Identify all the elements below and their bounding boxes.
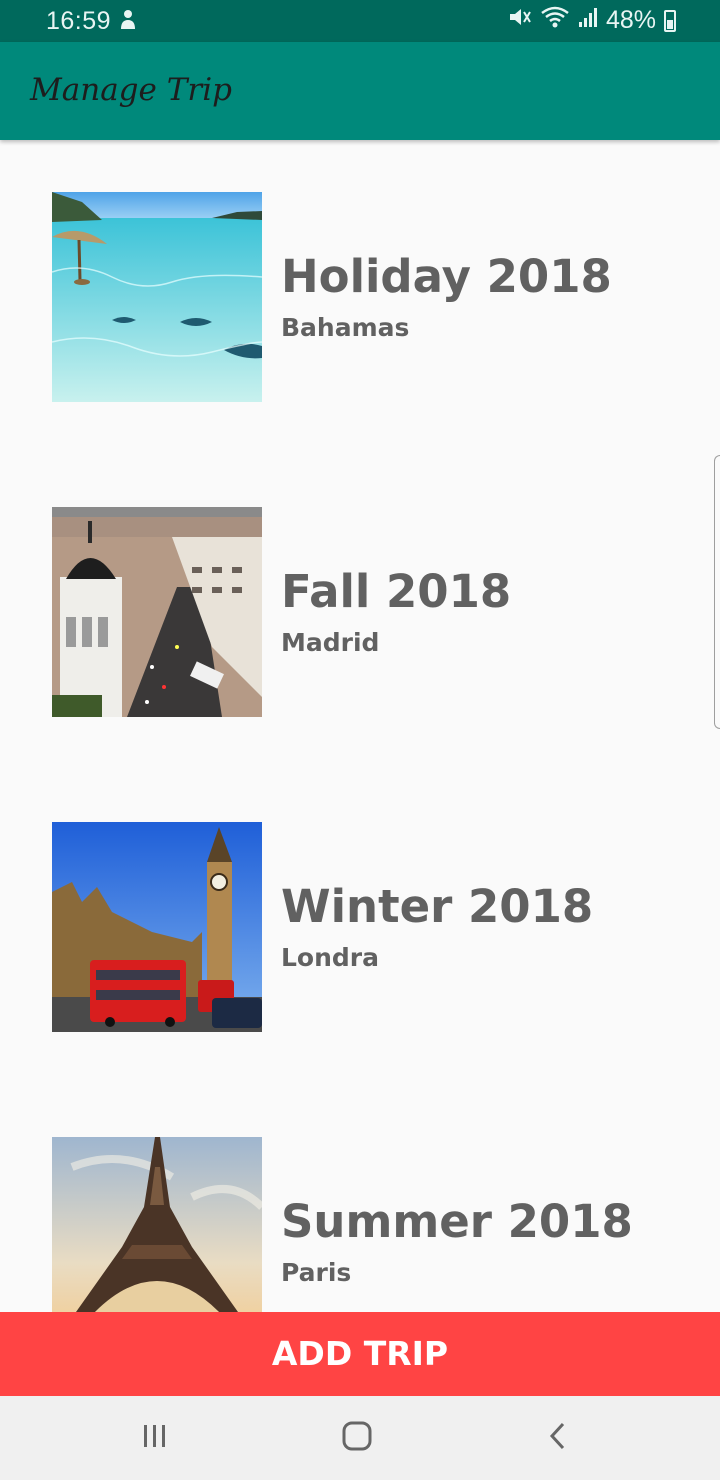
status-icons: 48% <box>508 6 676 35</box>
trip-place: Bahamas <box>281 313 410 342</box>
notification-icon <box>118 9 138 38</box>
trip-image-big-ben <box>52 822 262 1032</box>
trip-item-paris[interactable]: Summer 2018 Paris <box>0 1085 720 1312</box>
add-trip-button[interactable]: ADD TRIP <box>0 1312 720 1396</box>
trip-image-city <box>52 507 262 717</box>
back-button[interactable] <box>498 1396 618 1480</box>
trip-title: Winter 2018 <box>281 880 594 933</box>
home-button[interactable] <box>297 1396 417 1480</box>
trip-item-madrid[interactable]: Fall 2018 Madrid <box>0 455 720 770</box>
navigation-bar <box>0 1396 720 1480</box>
signal-icon <box>578 6 598 35</box>
trip-place: Madrid <box>281 628 380 657</box>
status-bar: 16:59 48% <box>0 0 720 42</box>
trip-place: Londra <box>281 943 379 972</box>
trip-title: Summer 2018 <box>281 1195 633 1248</box>
back-icon <box>547 1421 569 1455</box>
page-title: Manage Trip <box>30 72 232 108</box>
scrollbar[interactable] <box>714 455 720 729</box>
recents-icon <box>141 1423 169 1453</box>
status-time: 16:59 <box>46 7 112 35</box>
trip-item-londra[interactable]: Winter 2018 Londra <box>0 770 720 1085</box>
app-bar: Manage Trip <box>0 42 720 140</box>
trip-list[interactable]: Holiday 2018 Bahamas Fall 2018 Madrid Wi… <box>0 140 720 1312</box>
trip-image-eiffel <box>52 1137 262 1312</box>
trip-title: Fall 2018 <box>281 565 512 618</box>
trip-title: Holiday 2018 <box>281 250 612 303</box>
trip-image-beach <box>52 192 262 402</box>
battery-icon <box>664 9 676 32</box>
trip-item-bahamas[interactable]: Holiday 2018 Bahamas <box>0 140 720 455</box>
mute-icon <box>508 6 532 35</box>
wifi-icon <box>540 6 570 35</box>
home-icon <box>342 1421 372 1455</box>
battery-percent: 48% <box>605 6 656 34</box>
trip-place: Paris <box>281 1258 352 1287</box>
recents-button[interactable] <box>95 1396 215 1480</box>
